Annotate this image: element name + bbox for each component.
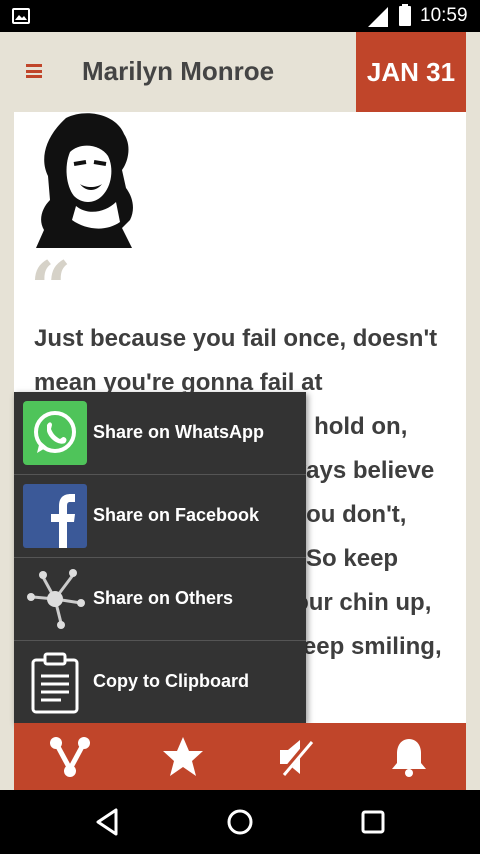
page-title: Marilyn Monroe bbox=[82, 56, 275, 86]
share-menu: Share on WhatsApp Share on Facebook Shar… bbox=[14, 392, 306, 723]
status-time: 10:59 bbox=[420, 5, 468, 26]
navigation-bar bbox=[0, 790, 480, 854]
mute-button[interactable] bbox=[274, 735, 318, 779]
share-icon bbox=[50, 737, 90, 777]
image-notification-icon bbox=[12, 8, 30, 24]
portrait-image bbox=[36, 113, 133, 248]
star-icon bbox=[163, 737, 203, 776]
facebook-icon bbox=[23, 484, 87, 548]
signal-icon bbox=[368, 7, 388, 27]
battery-icon bbox=[399, 4, 411, 26]
share-facebook-item[interactable]: Share on Facebook bbox=[14, 475, 306, 558]
recents-icon[interactable] bbox=[357, 806, 389, 838]
home-icon[interactable] bbox=[224, 806, 256, 838]
share-button[interactable] bbox=[48, 735, 92, 779]
app-screen: Marilyn Monroe JAN 31 “ Just because you… bbox=[0, 32, 480, 790]
clipboard-icon bbox=[31, 652, 79, 714]
quote-mark: “ bbox=[30, 245, 72, 330]
hamburger-menu-icon[interactable] bbox=[26, 64, 42, 78]
share-whatsapp-label: Share on WhatsApp bbox=[93, 422, 265, 442]
share-others-label: Share on Others bbox=[93, 588, 234, 608]
copy-clipboard-item[interactable]: Copy to Clipboard bbox=[14, 641, 306, 724]
share-facebook-label: Share on Facebook bbox=[93, 505, 260, 525]
share-nodes-icon bbox=[27, 569, 85, 629]
status-bar: 10:59 bbox=[0, 0, 480, 32]
date-badge: JAN 31 bbox=[356, 32, 466, 112]
copy-clipboard-label: Copy to Clipboard bbox=[93, 671, 249, 691]
whatsapp-icon bbox=[23, 401, 87, 465]
notification-button[interactable] bbox=[387, 735, 431, 779]
share-whatsapp-item[interactable]: Share on WhatsApp bbox=[14, 392, 306, 475]
bottom-toolbar bbox=[14, 723, 466, 790]
bell-icon bbox=[392, 739, 426, 777]
share-others-item[interactable]: Share on Others bbox=[14, 558, 306, 641]
mute-icon bbox=[279, 737, 315, 777]
back-icon[interactable] bbox=[92, 806, 124, 838]
app-header: Marilyn Monroe JAN 31 bbox=[0, 32, 480, 112]
favorite-button[interactable] bbox=[161, 735, 205, 779]
